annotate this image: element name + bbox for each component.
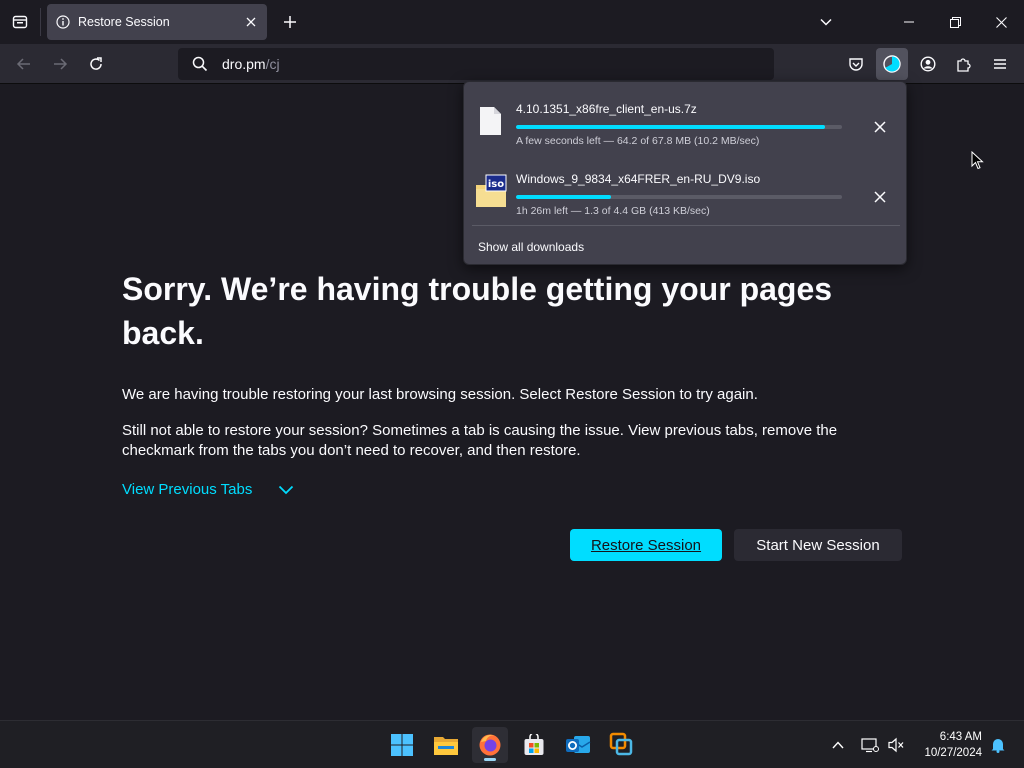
navigation-toolbar: dro.pm/cj	[0, 44, 1024, 84]
download-filename: 4.10.1351_x86fre_client_en-us.7z	[516, 102, 697, 116]
account-button[interactable]	[912, 48, 944, 80]
minimize-button[interactable]	[886, 0, 932, 44]
svg-text:iso: iso	[488, 179, 504, 190]
troubleshoot-description: Still not able to restore your session? …	[122, 422, 838, 459]
pocket-icon	[849, 58, 863, 71]
show-hidden-icons-button[interactable]	[826, 733, 850, 757]
extensions-button[interactable]	[948, 48, 980, 80]
download-status: 1h 26m left — 1.3 of 4.4 GB (413 KB/sec)	[516, 205, 710, 217]
download-status: A few seconds left — 64.2 of 67.8 MB (10…	[516, 135, 760, 147]
taskbar-firefox[interactable]	[472, 727, 508, 763]
volume-button[interactable]	[884, 733, 908, 757]
close-icon	[874, 191, 886, 203]
reload-icon	[90, 57, 102, 70]
download-progress-bar	[516, 125, 842, 129]
tab-title: Restore Session	[78, 15, 170, 29]
url-text: dro.pm/cj	[222, 56, 280, 72]
minimize-icon	[904, 21, 914, 23]
download-filename: Windows_9_9834_x64FRER_en-RU_DV9.iso	[516, 172, 761, 186]
cancel-download-button[interactable]	[866, 183, 894, 211]
vmware-icon	[609, 732, 633, 756]
downloads-panel: 4.10.1351_x86fre_client_en-us.7z A few s…	[463, 81, 907, 265]
reload-button[interactable]	[80, 48, 112, 80]
notifications-button[interactable]	[986, 733, 1010, 757]
file-explorer-icon	[434, 737, 458, 755]
view-previous-tabs-toggle[interactable]: View Previous Tabs	[122, 481, 294, 498]
close-window-button[interactable]	[978, 0, 1024, 44]
puzzle-icon	[957, 58, 971, 72]
forward-button[interactable]	[44, 48, 76, 80]
restore-description: We are having trouble restoring your las…	[122, 386, 758, 403]
new-tab-button[interactable]	[276, 8, 304, 36]
plus-icon	[284, 16, 296, 28]
chevron-down-icon	[278, 485, 294, 495]
taskbar-microsoft-store[interactable]	[516, 727, 552, 763]
url-bar[interactable]: dro.pm/cj	[178, 48, 774, 80]
cancel-download-button[interactable]	[866, 113, 894, 141]
back-button[interactable]	[8, 48, 40, 80]
windows-taskbar: 6:43 AM 10/27/2024	[0, 720, 1024, 768]
taskbar-outlook[interactable]	[560, 727, 596, 763]
network-status-button[interactable]	[858, 733, 882, 757]
download-item[interactable]: iso Windows_9_9834_x64FRER_en-RU_DV9.iso…	[464, 159, 908, 223]
outlook-icon	[566, 736, 591, 753]
clock-time: 6:43 AM	[939, 731, 982, 743]
start-button[interactable]	[384, 727, 420, 763]
url-path: /cj	[265, 56, 280, 72]
page-title: Sorry. We’re having trouble getting your…	[122, 271, 833, 351]
active-app-indicator	[484, 758, 496, 761]
taskbar-file-explorer[interactable]	[428, 727, 464, 763]
chevron-down-icon	[820, 18, 832, 26]
list-all-tabs-button[interactable]	[812, 8, 840, 36]
account-icon	[920, 56, 936, 72]
hamburger-menu-icon	[994, 59, 1006, 69]
mouse-cursor-icon	[971, 150, 985, 176]
search-icon	[182, 48, 218, 80]
iso-file-icon: iso	[474, 173, 508, 209]
panel-divider	[472, 225, 900, 226]
restore-session-button[interactable]: Restore Session	[570, 529, 722, 561]
restore-window-button[interactable]	[932, 0, 978, 44]
restore-window-icon	[949, 16, 961, 28]
close-icon	[874, 121, 886, 133]
windows-start-icon	[391, 734, 413, 756]
tab-restore-session[interactable]: Restore Session	[47, 4, 267, 40]
clock-date: 10/27/2024	[924, 747, 982, 759]
tab-close-button[interactable]	[239, 10, 263, 34]
download-item[interactable]: 4.10.1351_x86fre_client_en-us.7z A few s…	[464, 89, 908, 153]
microsoft-store-icon	[524, 734, 544, 755]
download-progress-icon	[883, 55, 901, 73]
firefox-icon	[479, 734, 501, 756]
firefox-view-button[interactable]	[4, 6, 36, 38]
tab-separator	[40, 8, 41, 36]
close-icon	[246, 17, 256, 27]
bell-icon	[991, 739, 1005, 753]
firefox-view-icon	[12, 15, 28, 29]
download-progress-bar	[516, 195, 842, 199]
downloads-button[interactable]	[876, 48, 908, 80]
close-icon	[995, 16, 1007, 28]
arrow-right-icon	[54, 58, 68, 70]
app-menu-button[interactable]	[984, 48, 1016, 80]
speaker-muted-icon	[888, 737, 904, 753]
network-icon	[861, 738, 879, 753]
show-all-downloads-link[interactable]: Show all downloads	[478, 240, 584, 254]
tab-strip: Restore Session	[0, 0, 1024, 44]
file-icon	[476, 103, 506, 139]
arrow-left-icon	[16, 58, 30, 70]
save-to-pocket-button[interactable]	[840, 48, 872, 80]
view-previous-tabs-label: View Previous Tabs	[122, 481, 253, 498]
start-new-session-button[interactable]: Start New Session	[734, 529, 902, 561]
clock[interactable]: 6:43 AM 10/27/2024	[912, 729, 982, 761]
url-host: dro.pm	[222, 56, 266, 72]
chevron-up-icon	[832, 741, 844, 749]
info-icon	[56, 15, 70, 29]
taskbar-vmware[interactable]	[604, 727, 640, 763]
